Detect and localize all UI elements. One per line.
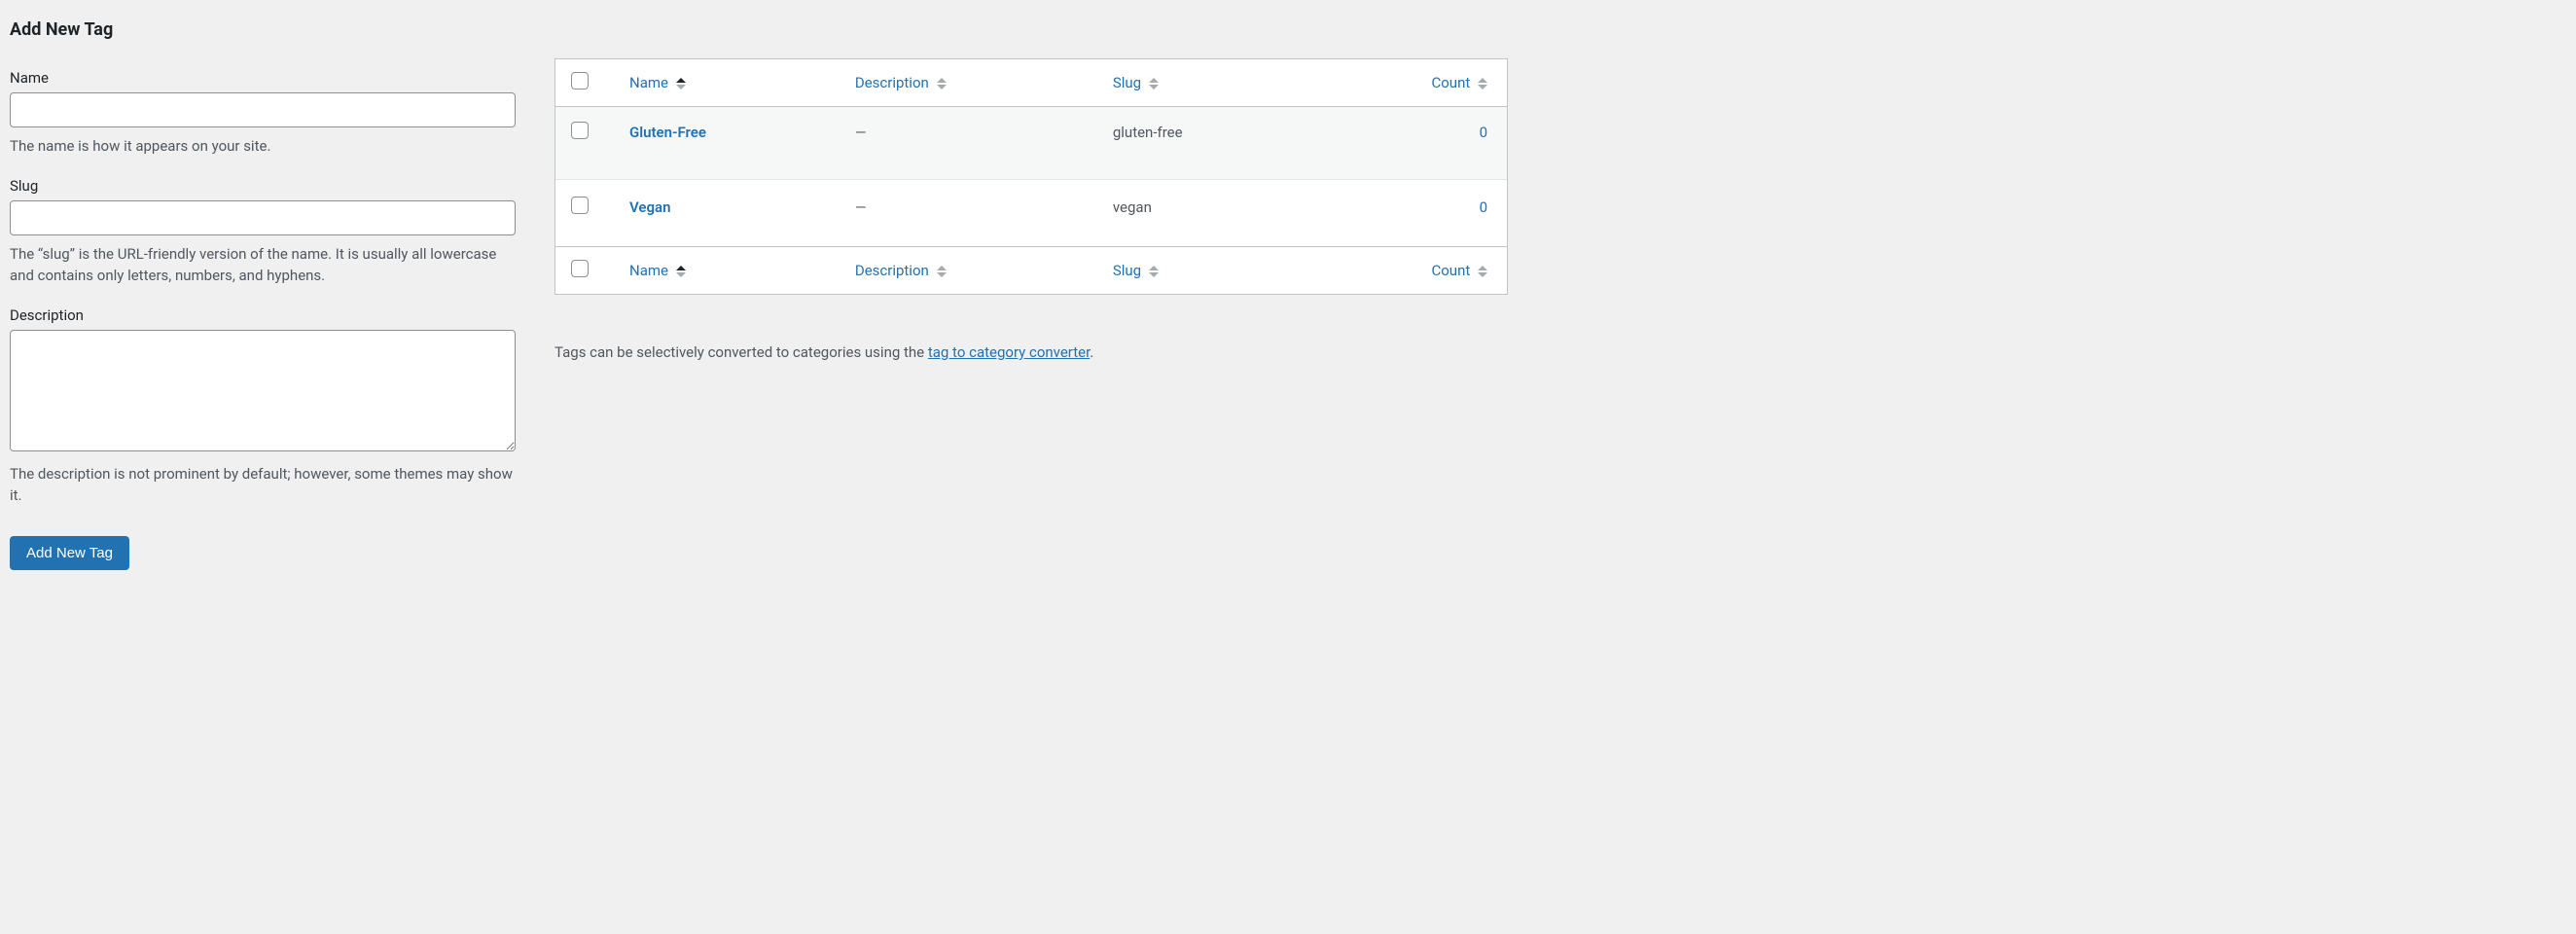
column-name-label: Name bbox=[629, 262, 668, 279]
select-all-top-checkbox[interactable] bbox=[571, 72, 589, 90]
add-new-tag-button[interactable]: Add New Tag bbox=[10, 536, 129, 570]
tag-count-link[interactable]: 0 bbox=[1480, 198, 1487, 216]
column-count-footer[interactable]: Count bbox=[1310, 246, 1507, 294]
column-description-label: Description bbox=[855, 262, 929, 279]
field-name: Name The name is how it appears on your … bbox=[10, 69, 516, 158]
tag-to-category-converter-link[interactable]: tag to category converter bbox=[928, 343, 1090, 361]
form-title: Add New Tag bbox=[10, 19, 516, 40]
sort-icon bbox=[1478, 78, 1487, 90]
tags-table: Name Description Slug bbox=[555, 58, 1508, 295]
row-checkbox[interactable] bbox=[571, 197, 589, 214]
tag-description-cell: — bbox=[843, 107, 1101, 180]
description-label: Description bbox=[10, 306, 516, 324]
sort-asc-icon bbox=[676, 78, 686, 90]
tag-slug-cell: vegan bbox=[1101, 180, 1311, 246]
name-input[interactable] bbox=[10, 92, 516, 127]
name-label: Name bbox=[10, 69, 516, 87]
converter-note: Tags can be selectively converted to cat… bbox=[555, 343, 1508, 361]
converter-note-suffix: . bbox=[1090, 343, 1093, 361]
tag-name-link[interactable]: Gluten-Free bbox=[629, 124, 706, 141]
slug-help: The “slug” is the URL-friendly version o… bbox=[10, 243, 516, 287]
column-description-label: Description bbox=[855, 74, 929, 91]
sort-icon bbox=[937, 266, 947, 277]
column-count-label: Count bbox=[1431, 262, 1470, 279]
sort-icon bbox=[1149, 266, 1159, 277]
column-count-label: Count bbox=[1431, 74, 1470, 91]
name-help: The name is how it appears on your site. bbox=[10, 135, 516, 158]
column-description-header[interactable]: Description bbox=[843, 59, 1101, 107]
sort-icon bbox=[1149, 78, 1159, 90]
select-all-bottom-checkbox[interactable] bbox=[571, 260, 589, 277]
column-description-footer[interactable]: Description bbox=[843, 246, 1101, 294]
description-input[interactable] bbox=[10, 330, 516, 451]
table-row: Gluten-Free — gluten-free 0 bbox=[555, 107, 1507, 180]
field-description: Description The description is not promi… bbox=[10, 306, 516, 507]
row-checkbox[interactable] bbox=[571, 122, 589, 139]
tag-description-cell: — bbox=[843, 180, 1101, 246]
column-slug-label: Slug bbox=[1113, 262, 1141, 279]
column-count-header[interactable]: Count bbox=[1310, 59, 1507, 107]
sort-asc-icon bbox=[676, 266, 686, 277]
column-name-label: Name bbox=[629, 74, 668, 91]
sort-icon bbox=[937, 78, 947, 90]
slug-input[interactable] bbox=[10, 200, 516, 235]
column-slug-footer[interactable]: Slug bbox=[1101, 246, 1311, 294]
sort-icon bbox=[1478, 266, 1487, 277]
converter-note-prefix: Tags can be selectively converted to cat… bbox=[555, 343, 928, 361]
column-slug-label: Slug bbox=[1113, 74, 1141, 91]
table-row: Vegan — vegan 0 bbox=[555, 180, 1507, 246]
column-name-footer[interactable]: Name bbox=[618, 246, 843, 294]
description-help: The description is not prominent by defa… bbox=[10, 463, 516, 507]
column-slug-header[interactable]: Slug bbox=[1101, 59, 1311, 107]
column-name-header[interactable]: Name bbox=[618, 59, 843, 107]
tag-slug-cell: gluten-free bbox=[1101, 107, 1311, 180]
field-slug: Slug The “slug” is the URL-friendly vers… bbox=[10, 177, 516, 287]
tag-name-link[interactable]: Vegan bbox=[629, 198, 670, 216]
slug-label: Slug bbox=[10, 177, 516, 195]
tag-count-link[interactable]: 0 bbox=[1480, 124, 1487, 141]
